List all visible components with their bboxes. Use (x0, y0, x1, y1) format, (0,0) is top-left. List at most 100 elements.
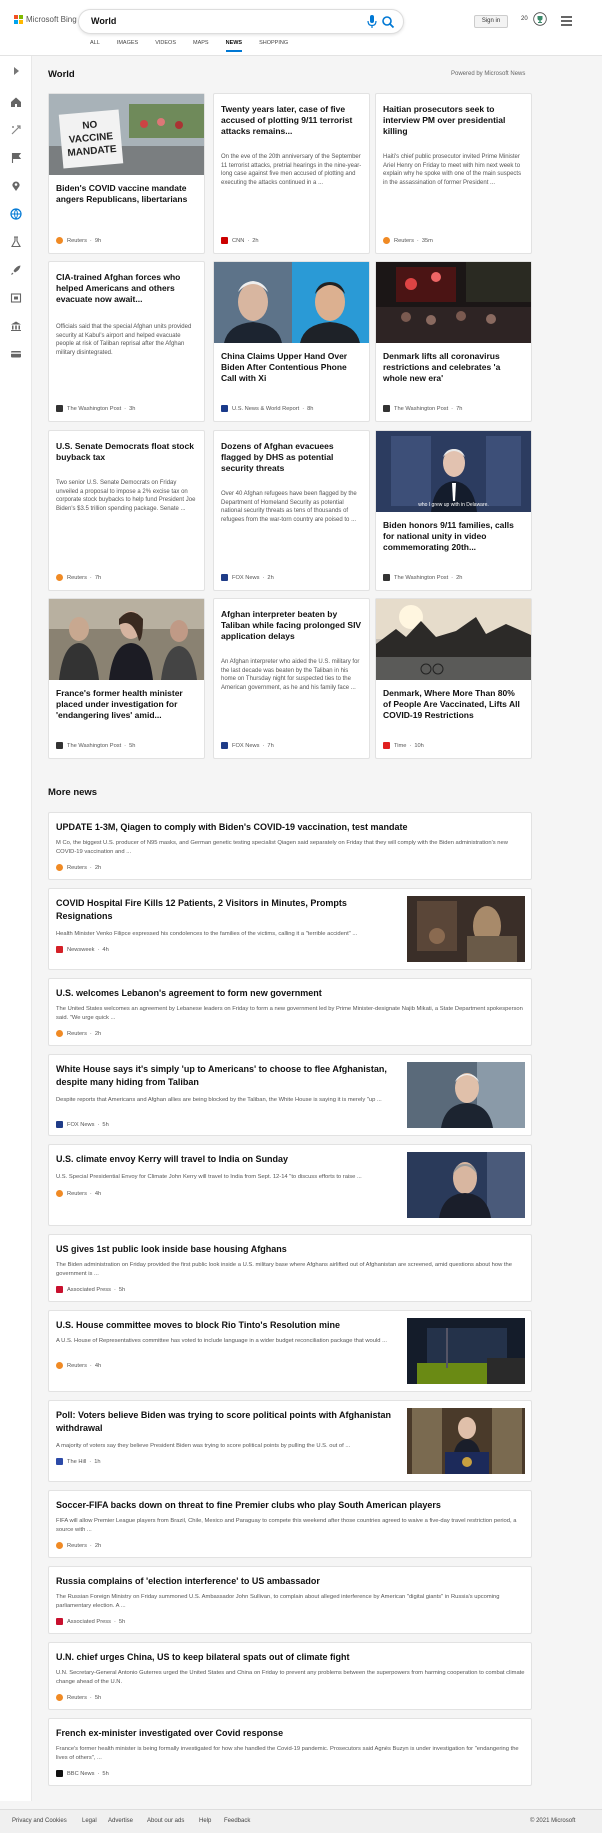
card-title[interactable]: Biden's COVID vaccine mandate angers Rep… (56, 183, 198, 205)
news-title[interactable]: COVID Hospital Fire Kills 12 Patients, 2… (56, 897, 396, 923)
home-icon[interactable] (10, 96, 22, 108)
card-title[interactable]: CIA-trained Afghan forces who helped Ame… (56, 272, 198, 305)
tab-news[interactable]: NEWS (225, 40, 243, 52)
footer-link-feedback[interactable]: Feedback (224, 1818, 250, 1824)
powered-by[interactable]: Powered by Microsoft News (451, 71, 525, 77)
expand-arrow-icon[interactable] (10, 65, 22, 77)
news-list-item[interactable]: Poll: Voters believe Biden was trying to… (48, 1400, 532, 1482)
footer-link-advertise[interactable]: Advertise (108, 1818, 133, 1824)
bank-icon[interactable] (10, 320, 22, 332)
footer-link-legal[interactable]: Legal (82, 1818, 97, 1824)
rewards-points[interactable]: 20 (521, 16, 528, 22)
news-card[interactable]: Dozens of Afghan evacuees flagged by DHS… (213, 430, 370, 591)
news-title[interactable]: U.S. climate envoy Kerry will travel to … (56, 1153, 396, 1166)
news-list-item[interactable]: U.S. House committee moves to block Rio … (48, 1310, 532, 1392)
source-time: 7h (267, 742, 274, 749)
news-card[interactable]: NO VACCINE MANDATE Biden's COVID vaccine m… (48, 93, 205, 254)
card-title[interactable]: China Claims Upper Hand Over Biden After… (221, 351, 363, 384)
news-title[interactable]: US gives 1st public look inside base hou… (56, 1243, 526, 1256)
news-list-item[interactable]: US gives 1st public look inside base hou… (48, 1234, 532, 1302)
search-tabs: ALL IMAGES VIDEOS MAPS NEWS SHOPPING (90, 40, 288, 52)
news-list-item[interactable]: Russia complains of 'election interferen… (48, 1566, 532, 1634)
card-title[interactable]: Biden honors 9/11 families, calls for na… (383, 520, 525, 553)
card-title[interactable]: Dozens of Afghan evacuees flagged by DHS… (221, 441, 363, 474)
news-title[interactable]: U.S. welcomes Lebanon's agreement to for… (56, 987, 526, 1000)
footer-link-privacy[interactable]: Privacy and Cookies (12, 1818, 67, 1824)
news-card[interactable]: CIA-trained Afghan forces who helped Ame… (48, 261, 205, 422)
card-source: Reuters · 9h (56, 237, 101, 244)
card-title[interactable]: France's former health minister placed u… (56, 688, 198, 721)
card-title[interactable]: U.S. Senate Democrats float stock buybac… (56, 441, 198, 463)
news-source: Associated Press · 5h (56, 1618, 125, 1625)
news-list-item[interactable]: Soccer-FIFA backs down on threat to fine… (48, 1490, 532, 1558)
card-title[interactable]: Twenty years later, case of five accused… (221, 104, 363, 137)
card-title[interactable]: Denmark, Where More Than 80% of People A… (383, 688, 525, 721)
bing-logo[interactable]: Microsoft Bing (14, 15, 77, 24)
news-thumbnail-mine (407, 1318, 525, 1384)
footer-link-help[interactable]: Help (199, 1818, 211, 1824)
source-logo-icon (56, 574, 63, 581)
news-list-item[interactable]: U.S. climate envoy Kerry will travel to … (48, 1144, 532, 1226)
entertainment-icon[interactable] (10, 292, 22, 304)
flag-icon[interactable] (10, 152, 22, 164)
header: Microsoft Bing World Sign in 20 ALL IMAG… (0, 0, 602, 56)
news-card[interactable]: who I grew up with in Delaware. Biden ho… (375, 430, 532, 591)
news-title[interactable]: U.N. chief urges China, US to keep bilat… (56, 1651, 526, 1664)
source-logo-icon (56, 1542, 63, 1549)
news-title[interactable]: White House says it's simply 'up to Amer… (56, 1063, 396, 1089)
rocket-icon[interactable] (10, 264, 22, 276)
search-box[interactable]: World (78, 9, 404, 34)
source-logo-icon (221, 237, 228, 244)
news-card[interactable]: France's former health minister placed u… (48, 598, 205, 759)
search-input[interactable]: World (91, 16, 116, 26)
sparkle-icon[interactable] (10, 124, 22, 136)
source-logo-icon (383, 405, 390, 412)
news-list-item[interactable]: White House says it's simply 'up to Amer… (48, 1054, 532, 1136)
news-title[interactable]: Poll: Voters believe Biden was trying to… (56, 1409, 396, 1435)
footer-link-about-ads[interactable]: About our ads (147, 1818, 184, 1824)
news-card[interactable]: Twenty years later, case of five accused… (213, 93, 370, 254)
location-pin-icon[interactable] (10, 180, 22, 192)
money-icon[interactable] (10, 348, 22, 360)
card-source: The Washington Post · 2h (383, 574, 462, 581)
news-list-item[interactable]: UPDATE 1-3M, Qiagen to comply with Biden… (48, 812, 532, 880)
tab-all[interactable]: ALL (90, 40, 100, 52)
news-list-item[interactable]: COVID Hospital Fire Kills 12 Patients, 2… (48, 888, 532, 970)
hamburger-menu-icon[interactable] (561, 16, 572, 26)
news-title[interactable]: Russia complains of 'election interferen… (56, 1575, 526, 1588)
card-title[interactable]: Haitian prosecutors seek to interview PM… (383, 104, 525, 137)
tab-shopping[interactable]: SHOPPING (259, 40, 288, 52)
tab-videos[interactable]: VIDEOS (155, 40, 176, 52)
news-source: Newsweek · 4h (56, 946, 109, 953)
rewards-trophy-icon[interactable] (533, 12, 547, 26)
source-time: 7h (456, 405, 463, 412)
card-description: Haiti's chief public prosecutor invited … (383, 154, 522, 186)
news-card[interactable]: Denmark, Where More Than 80% of People A… (375, 598, 532, 759)
copyright: © 2021 Microsoft (530, 1818, 576, 1824)
news-title[interactable]: French ex-minister investigated over Cov… (56, 1727, 526, 1740)
news-list-item[interactable]: U.S. welcomes Lebanon's agreement to for… (48, 978, 532, 1046)
news-card[interactable]: Afghan interpreter beaten by Taliban whi… (213, 598, 370, 759)
news-list-item[interactable]: French ex-minister investigated over Cov… (48, 1718, 532, 1786)
microphone-icon[interactable] (367, 15, 377, 29)
news-title[interactable]: Soccer-FIFA backs down on threat to fine… (56, 1499, 526, 1512)
tab-maps[interactable]: MAPS (193, 40, 209, 52)
science-icon[interactable] (10, 236, 22, 248)
globe-icon[interactable] (10, 208, 22, 220)
tab-images[interactable]: IMAGES (117, 40, 138, 52)
card-title[interactable]: Denmark lifts all coronavirus restrictio… (383, 351, 525, 384)
card-title[interactable]: Afghan interpreter beaten by Taliban whi… (221, 609, 363, 642)
news-list-item[interactable]: U.N. chief urges China, US to keep bilat… (48, 1642, 532, 1710)
sign-in-button[interactable]: Sign in (474, 15, 508, 28)
card-source: CNN · 2h (221, 237, 259, 244)
news-card[interactable]: China Claims Upper Hand Over Biden After… (213, 261, 370, 422)
card-source: The Washington Post · 3h (56, 405, 135, 412)
news-card[interactable]: Denmark lifts all coronavirus restrictio… (375, 261, 532, 422)
news-card[interactable]: Haitian prosecutors seek to interview PM… (375, 93, 532, 254)
card-source: FOX News · 7h (221, 742, 274, 749)
news-title[interactable]: U.S. House committee moves to block Rio … (56, 1319, 396, 1332)
news-title[interactable]: UPDATE 1-3M, Qiagen to comply with Biden… (56, 821, 526, 834)
news-card[interactable]: U.S. Senate Democrats float stock buybac… (48, 430, 205, 591)
source-logo-icon (56, 1121, 63, 1128)
search-icon[interactable] (381, 15, 395, 29)
